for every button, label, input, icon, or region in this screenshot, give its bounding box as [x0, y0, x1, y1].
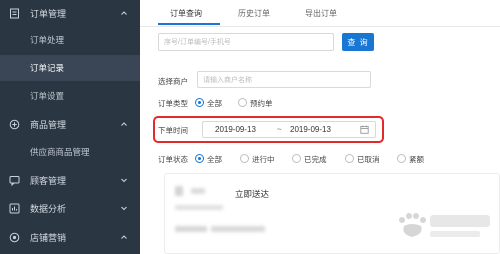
sidebar: 订单管理 订单处理 订单记录 订单设置 商品管理 供应商商品管理 顾客管理 数据…	[0, 0, 140, 254]
sidebar-item-label: 订单设置	[30, 91, 65, 101]
order-status-option-label: 已完成	[304, 155, 327, 164]
sidebar-item-supplier-products[interactable]: 供应商商品管理	[0, 139, 140, 165]
target-icon	[8, 231, 20, 243]
search-input[interactable]: 序号/订单编号/手机号	[158, 33, 334, 51]
sidebar-item-label: 订单记录	[30, 63, 65, 73]
chevron-up-icon	[121, 235, 127, 239]
order-type-label: 订单类型	[158, 99, 188, 108]
sidebar-item-order-records[interactable]: 订单记录	[0, 55, 140, 81]
chevron-down-icon	[121, 206, 127, 211]
sidebar-item-order-settings[interactable]: 订单设置	[0, 83, 140, 109]
chevron-up-icon	[121, 11, 127, 15]
blurred-content	[191, 188, 205, 194]
order-type-option-label: 预约单	[250, 99, 273, 108]
chat-icon	[8, 174, 20, 186]
sidebar-section-label: 数据分析	[30, 203, 67, 214]
chart-box-icon	[8, 202, 20, 214]
merchant-input[interactable]: 请输入商户名称	[197, 71, 371, 88]
sidebar-item-order-processing[interactable]: 订单处理	[0, 27, 140, 53]
order-status-label: 订单状态	[158, 155, 188, 164]
search-button[interactable]: 查 询	[342, 33, 374, 51]
main-panel: 订单查询 历史订单 导出订单 序号/订单编号/手机号 查 询 选择商户 请输入商…	[140, 0, 500, 254]
order-delivery-status: 立即送达	[235, 189, 270, 199]
sidebar-section-orders[interactable]: 订单管理	[0, 0, 140, 26]
order-status-option-label: 紧额	[409, 155, 424, 164]
order-status-option-label: 全部	[207, 155, 222, 164]
blurred-content	[211, 226, 265, 232]
sidebar-section-marketing[interactable]: 店铺营销	[0, 224, 140, 250]
order-status-radio-urgent[interactable]	[397, 154, 406, 163]
sidebar-section-label: 店铺营销	[30, 232, 67, 243]
order-status-option-label: 已取消	[357, 155, 380, 164]
sidebar-section-products[interactable]: 商品管理	[0, 111, 140, 137]
highlight-annotation-box	[153, 116, 384, 143]
order-type-radio-all[interactable]	[195, 98, 204, 107]
sidebar-item-label: 供应商商品管理	[30, 147, 90, 157]
order-status-radio-in-progress[interactable]	[240, 154, 249, 163]
blurred-content	[175, 205, 223, 210]
chevron-down-icon	[121, 178, 127, 183]
order-type-radio-reservation[interactable]	[238, 98, 247, 107]
document-icon	[8, 7, 20, 19]
sidebar-section-label: 商品管理	[30, 119, 67, 130]
add-circle-icon	[8, 118, 20, 130]
sidebar-section-label: 顾客管理	[30, 175, 67, 186]
order-status-option-label: 进行中	[252, 155, 275, 164]
sidebar-section-customers[interactable]: 顾客管理	[0, 167, 140, 193]
tab-divider	[140, 26, 500, 27]
sidebar-item-label: 订单处理	[30, 35, 65, 45]
blurred-content	[175, 226, 207, 232]
tab-order-history[interactable]: 历史订单	[238, 8, 270, 19]
chevron-up-icon	[121, 122, 127, 126]
order-status-radio-completed[interactable]	[292, 154, 301, 163]
merchant-label: 选择商户	[158, 77, 188, 86]
sidebar-section-label: 订单管理	[30, 8, 67, 19]
active-tab-indicator	[158, 23, 220, 25]
order-status-radio-all[interactable]	[195, 154, 204, 163]
tab-order-query[interactable]: 订单查询	[170, 8, 202, 19]
sidebar-section-analytics[interactable]: 数据分析	[0, 195, 140, 221]
tab-export-orders[interactable]: 导出订单	[305, 8, 337, 19]
blurred-content	[175, 186, 183, 196]
watermark-logo	[394, 210, 494, 244]
order-type-option-label: 全部	[207, 99, 222, 108]
order-status-radio-cancelled[interactable]	[345, 154, 354, 163]
